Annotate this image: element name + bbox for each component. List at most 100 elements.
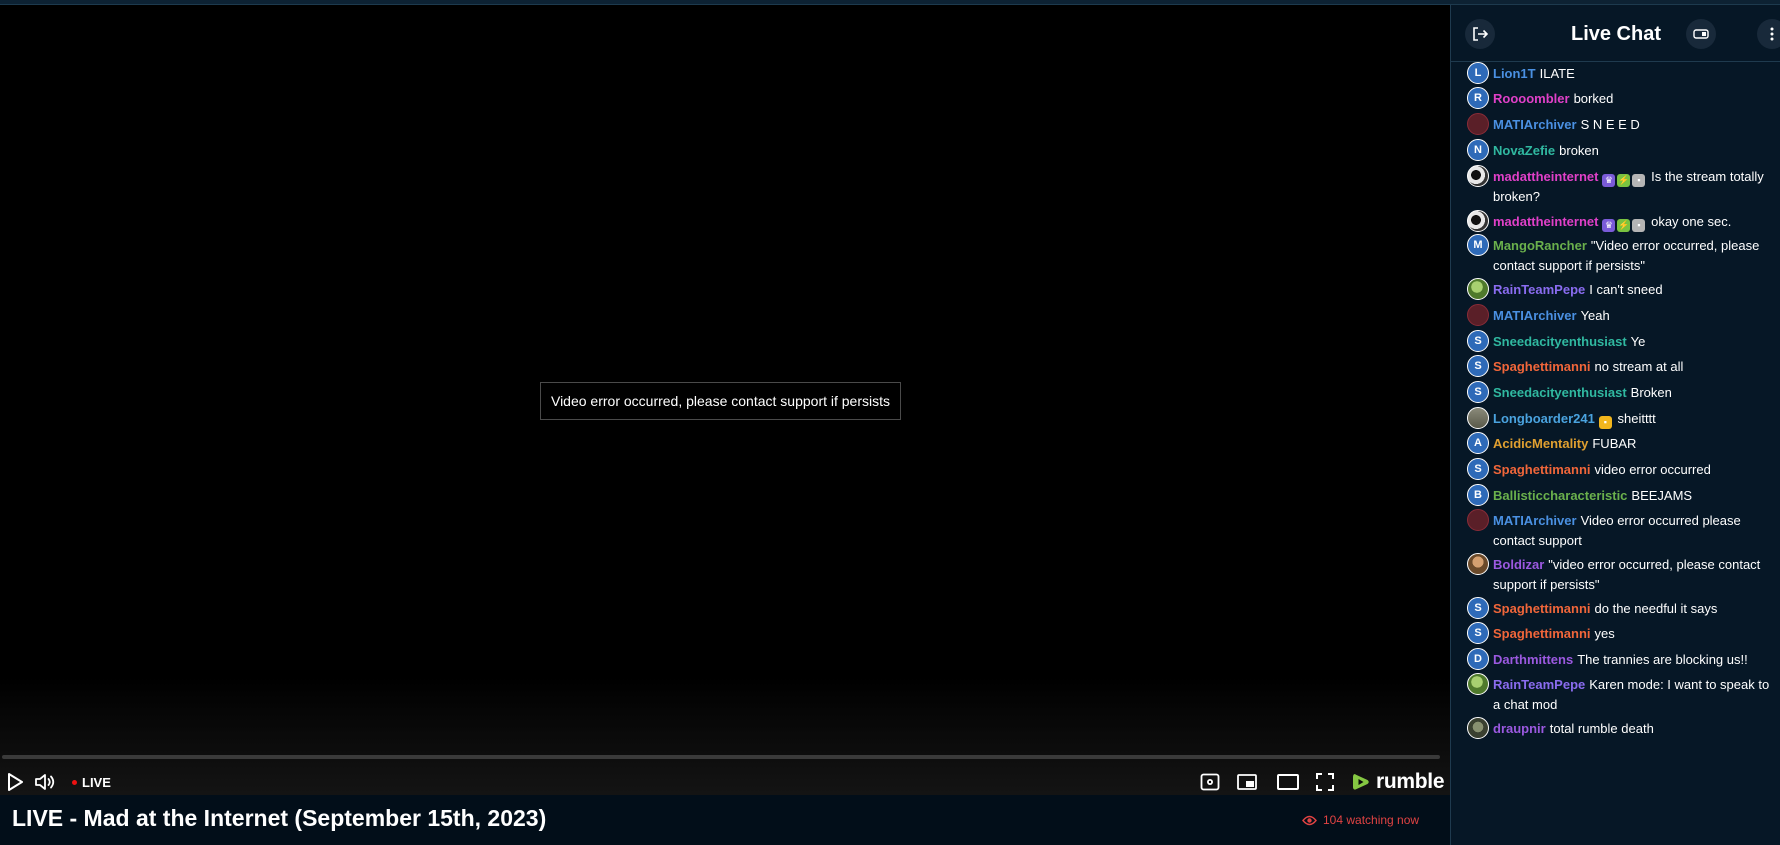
live-dot-icon (72, 779, 77, 785)
message-body: MATIArchiver Video error occurred please … (1493, 511, 1779, 551)
chat-username[interactable]: MATIArchiver (1493, 513, 1577, 528)
chat-username[interactable]: Boldizar (1493, 557, 1544, 572)
chat-username[interactable]: RainTeamPepe (1493, 677, 1585, 692)
user-avatar (1467, 407, 1489, 429)
user-avatar (1467, 278, 1489, 300)
live-indicator: LIVE (72, 767, 111, 797)
chat-username[interactable]: Sneedacityenthusiast (1493, 334, 1627, 349)
message-text: sheitttt (1617, 411, 1656, 426)
chat-username[interactable]: Ballisticcharacteristic (1493, 488, 1627, 503)
settings-icon (1200, 773, 1220, 791)
settings-button[interactable] (1199, 767, 1221, 797)
message-body: madattheinternet ♛ ⚡ ▪ okay one sec. (1493, 212, 1779, 232)
rumble-wordmark: rumble (1376, 770, 1445, 793)
chat-message-list[interactable]: L Lion1T ILATE R Roooombler borked MATIArc… (1451, 62, 1780, 842)
theater-mode-icon (1277, 774, 1299, 790)
volume-icon (35, 774, 55, 790)
eye-icon (1302, 815, 1317, 825)
message-text: borked (1573, 91, 1614, 106)
message-text: video error occurred (1594, 462, 1711, 477)
message-text: I can't sneed (1589, 282, 1663, 297)
chat-username[interactable]: Longboarder241 (1493, 411, 1595, 426)
message-text: okay one sec. (1651, 214, 1732, 229)
message-text: Ye (1630, 334, 1646, 349)
rumble-play-icon (1353, 774, 1369, 790)
crown-badge-icon: ♛ (1602, 174, 1616, 187)
user-avatar: S (1467, 458, 1489, 480)
chat-menu-button[interactable] (1757, 19, 1780, 49)
message-body: Boldizar "video error occurred, please co… (1493, 555, 1779, 595)
player-controls: LIVE rumble (0, 767, 1450, 797)
stream-info-bar: LIVE - Mad at the Internet (September 15… (0, 795, 1450, 845)
message-body: draupnir total rumble death (1493, 719, 1779, 739)
chat-username[interactable]: Spaghettimanni (1493, 462, 1591, 477)
supporter-badge-icon: ▪ (1598, 416, 1612, 429)
user-avatar (1467, 210, 1489, 232)
message-text: do the needful it says (1594, 601, 1718, 616)
live-chat-panel: Live Chat L Lion1T ILATE R Roooombler bork… (1450, 5, 1780, 845)
user-avatar: M (1467, 234, 1489, 256)
chat-username[interactable]: MATIArchiver (1493, 117, 1577, 132)
volume-button[interactable] (34, 767, 58, 797)
user-avatar (1467, 304, 1489, 326)
chat-username[interactable]: RainTeamPepe (1493, 282, 1585, 297)
play-button[interactable] (4, 767, 26, 797)
more-vertical-icon (1770, 27, 1774, 41)
user-avatar: D (1467, 648, 1489, 670)
message-body: AcidicMentality FUBAR (1493, 434, 1779, 454)
chat-username[interactable]: Lion1T (1493, 66, 1536, 81)
user-avatar: S (1467, 381, 1489, 403)
image-badge-icon: ▪ (1632, 219, 1646, 232)
bolt-badge-icon: ⚡ (1617, 174, 1631, 187)
miniplayer-button[interactable] (1236, 767, 1258, 797)
chat-username[interactable]: MangoRancher (1493, 238, 1587, 253)
chat-username[interactable]: MATIArchiver (1493, 308, 1577, 323)
chat-username[interactable]: Spaghettimanni (1493, 601, 1591, 616)
message-text: Yeah (1580, 308, 1610, 323)
message-text: Broken (1630, 385, 1672, 400)
theater-mode-button[interactable] (1276, 767, 1300, 797)
message-body: RainTeamPepe I can't sneed (1493, 280, 1779, 300)
user-avatar: L (1467, 62, 1489, 84)
user-avatar (1467, 113, 1489, 135)
message-body: Longboarder241 ▪ sheitttt (1493, 409, 1779, 429)
message-text: BEEJAMS (1631, 488, 1693, 503)
chat-username[interactable]: Darthmittens (1493, 652, 1573, 667)
fullscreen-button[interactable] (1315, 767, 1335, 797)
message-text: ILATE (1539, 66, 1575, 81)
toggle-icon (1693, 29, 1709, 39)
chat-title: Live Chat (1570, 23, 1662, 45)
viewer-count-text: 104 watching now (1323, 813, 1420, 827)
message-body: Sneedacityenthusiast Ye (1493, 332, 1779, 352)
message-text: S N E E D (1580, 117, 1640, 132)
chat-username[interactable]: draupnir (1493, 721, 1546, 736)
user-avatar: A (1467, 432, 1489, 454)
user-avatar (1467, 165, 1489, 187)
chat-username[interactable]: madattheinternet (1493, 214, 1598, 229)
chat-username[interactable]: NovaZefie (1493, 143, 1555, 158)
message-body: Lion1T ILATE (1493, 64, 1779, 84)
message-body: NovaZefie broken (1493, 141, 1779, 161)
progress-bar[interactable] (2, 755, 1440, 759)
live-label: LIVE (82, 774, 111, 790)
user-avatar: N (1467, 139, 1489, 161)
chat-toggle-button[interactable] (1686, 19, 1716, 49)
chat-username[interactable]: madattheinternet (1493, 169, 1598, 184)
chat-username[interactable]: AcidicMentality (1493, 436, 1588, 451)
user-avatar: S (1467, 622, 1489, 644)
crown-badge-icon: ♛ (1602, 219, 1616, 232)
message-body: madattheinternet ♛ ⚡ ▪ Is the stream totall… (1493, 167, 1779, 207)
chat-username[interactable]: Roooombler (1493, 91, 1570, 106)
video-player[interactable]: Video error occurred, please contact sup… (0, 5, 1450, 795)
user-avatar: B (1467, 484, 1489, 506)
chat-username[interactable]: Spaghettimanni (1493, 626, 1591, 641)
chat-username[interactable]: Spaghettimanni (1493, 359, 1591, 374)
message-body: Ballisticcharacteristic BEEJAMS (1493, 486, 1779, 506)
message-body: Spaghettimanni no stream at all (1493, 357, 1779, 377)
user-avatar (1467, 673, 1489, 695)
message-body: RainTeamPepe Karen mode: I want to speak … (1493, 675, 1779, 715)
message-body: Spaghettimanni video error occurred (1493, 460, 1779, 480)
message-body: MATIArchiver Yeah (1493, 306, 1779, 326)
chat-username[interactable]: Sneedacityenthusiast (1493, 385, 1627, 400)
rumble-logo[interactable]: rumble (1350, 767, 1445, 797)
